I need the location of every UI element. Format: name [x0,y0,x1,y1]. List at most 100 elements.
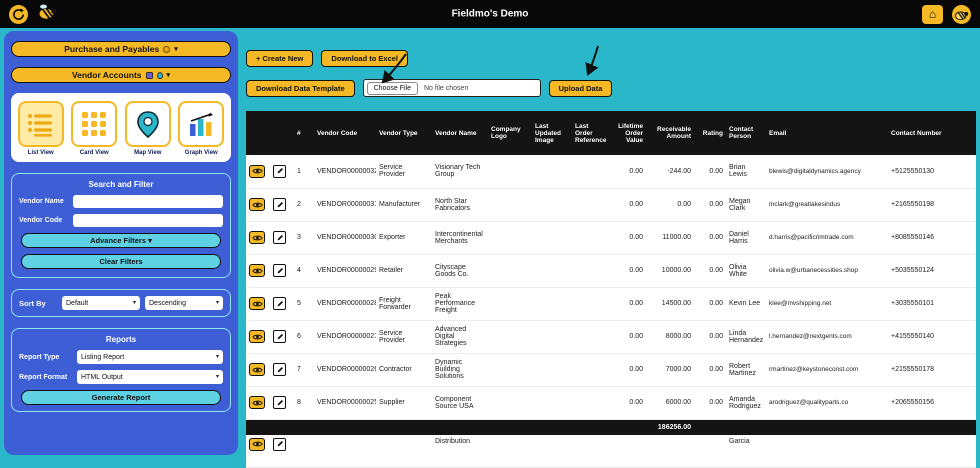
cell-edit-action [270,287,294,320]
view-row-button[interactable] [249,264,265,277]
pencil-icon [276,167,284,175]
download-template-button[interactable]: Download Data Template [246,80,355,97]
cell-vendor-code: VENDOR00000025 [314,386,376,419]
edit-row-button[interactable] [273,330,286,343]
table-row: 4VENDOR00000029RetailerCityscape Goods C… [246,254,976,287]
upload-data-button[interactable]: Upload Data [549,80,613,97]
col-header-view-actions [246,111,270,155]
cell-rating: 0.00 [694,287,726,320]
col-header-edit-actions [270,111,294,155]
view-row-button[interactable] [249,165,265,178]
menu-label: Purchase and Payables [64,44,159,54]
cell-row-number: 8 [294,386,314,419]
report-format-value: HTML Output [81,374,123,381]
view-row-button[interactable] [249,231,265,244]
box-icon [146,72,153,79]
file-input[interactable]: Choose File No file chosen [363,79,541,97]
vendor-table-wrap: #Vendor CodeVendor TypeVendor NameCompan… [246,111,976,468]
cell-last-order-reference [572,320,610,353]
view-row-button[interactable] [249,363,265,376]
cell-company-logo [488,155,532,188]
advance-filters-button[interactable]: Advance Filters ▾ [21,233,221,248]
vendor-name-input[interactable] [73,195,223,208]
cell-rating: 0.00 [694,254,726,287]
edit-row-button[interactable] [273,165,286,178]
cell-view-action [246,320,270,353]
cell-contact-number: +8085550146 [888,221,976,254]
cell-lifetime-order-value: 0.00 [610,254,646,287]
cell-row-number: 7 [294,353,314,386]
edit-row-button[interactable] [273,231,286,244]
vendor-table-partial: DistributionGarcia [246,435,976,468]
cell-vendor-name: Component Source USA [432,386,488,419]
pencil-icon [276,300,284,308]
edit-row-button[interactable] [273,297,286,310]
cell-vendor-name: Dynamic Building Solutions [432,353,488,386]
cell-rating: 0.00 [694,155,726,188]
view-row-button[interactable] [249,438,265,451]
create-new-button[interactable]: + Create New [246,50,313,67]
sort-field-value: Default [66,300,88,307]
cell-email: mclark@greatlakesindus [766,188,888,221]
view-list-button[interactable]: List View [15,101,67,156]
cell-last-updated-image [532,435,572,468]
logo-icon[interactable] [9,5,28,24]
cell-receivable-amount [646,435,694,468]
eye-icon [252,300,263,308]
cell-row-number: 3 [294,221,314,254]
reports-panel: Reports Report Type Listing Report ▾ Rep… [11,328,231,412]
col-header: Email [766,111,888,155]
col-header: Last Updated Image [532,111,572,155]
cell-lifetime-order-value [610,435,646,468]
view-row-button[interactable] [249,330,265,343]
cell-vendor-code [314,435,376,468]
cell-vendor-name: Distribution [432,435,488,468]
cell-last-order-reference [572,386,610,419]
view-card-button[interactable]: Card View [68,101,120,156]
col-header: Last Order Reference [572,111,610,155]
cell-vendor-type: Exporter [376,221,432,254]
coin-icon [163,46,170,53]
vendor-code-input[interactable] [73,214,223,227]
clear-filters-button[interactable]: Clear Filters [21,254,221,269]
cell-lifetime-order-value: 0.00 [610,386,646,419]
edit-row-button[interactable] [273,363,286,376]
home-button[interactable]: ⌂ [922,5,943,24]
purchase-payables-menu[interactable]: Purchase and Payables ▾ [11,41,231,57]
cell-contact-number: +2165550198 [888,188,976,221]
sort-field-select[interactable]: Default ▾ [62,296,140,310]
vendor-accounts-menu[interactable]: Vendor Accounts ▾ [11,67,231,83]
edit-row-button[interactable] [273,396,286,409]
generate-report-button[interactable]: Generate Report [21,390,221,405]
download-excel-button[interactable]: Download to Excel [321,50,408,67]
choose-file-button[interactable]: Choose File [367,82,418,95]
view-graph-button[interactable]: Graph View [175,101,227,156]
view-label: List View [15,150,67,156]
card-view-icon [71,101,117,147]
cell-vendor-name: Cityscape Goods Co. [432,254,488,287]
edit-row-button[interactable] [273,438,286,451]
edit-row-button[interactable] [273,198,286,211]
cell-contact-person: Amanda Rodriguez [726,386,766,419]
bee-mascot-button[interactable] [952,5,971,24]
cell-company-logo [488,188,532,221]
cell-lifetime-order-value: 0.00 [610,155,646,188]
view-row-button[interactable] [249,297,265,310]
report-format-select[interactable]: HTML Output ▾ [77,370,223,384]
cell-receivable-amount: 7000.00 [646,353,694,386]
cell-contact-person: Linda Hernandez [726,320,766,353]
view-row-button[interactable] [249,198,265,211]
view-row-button[interactable] [249,396,265,409]
cell-receivable-amount: 10000.00 [646,254,694,287]
bee-mascot-icon[interactable] [37,3,59,26]
table-row: 7VENDOR00000026ContractorDynamic Buildin… [246,353,976,386]
cell-email: arodriguez@qualityparts.co [766,386,888,419]
edit-row-button[interactable] [273,264,286,277]
cell-edit-action [270,155,294,188]
sort-direction-select[interactable]: Descending ▾ [145,296,223,310]
toolbar-row-2: Download Data Template Choose File No fi… [246,79,980,97]
cell-last-order-reference [572,188,610,221]
cell-contact-person: Kevin Lee [726,287,766,320]
report-type-select[interactable]: Listing Report ▾ [77,350,223,364]
view-map-button[interactable]: Map View [122,101,174,156]
